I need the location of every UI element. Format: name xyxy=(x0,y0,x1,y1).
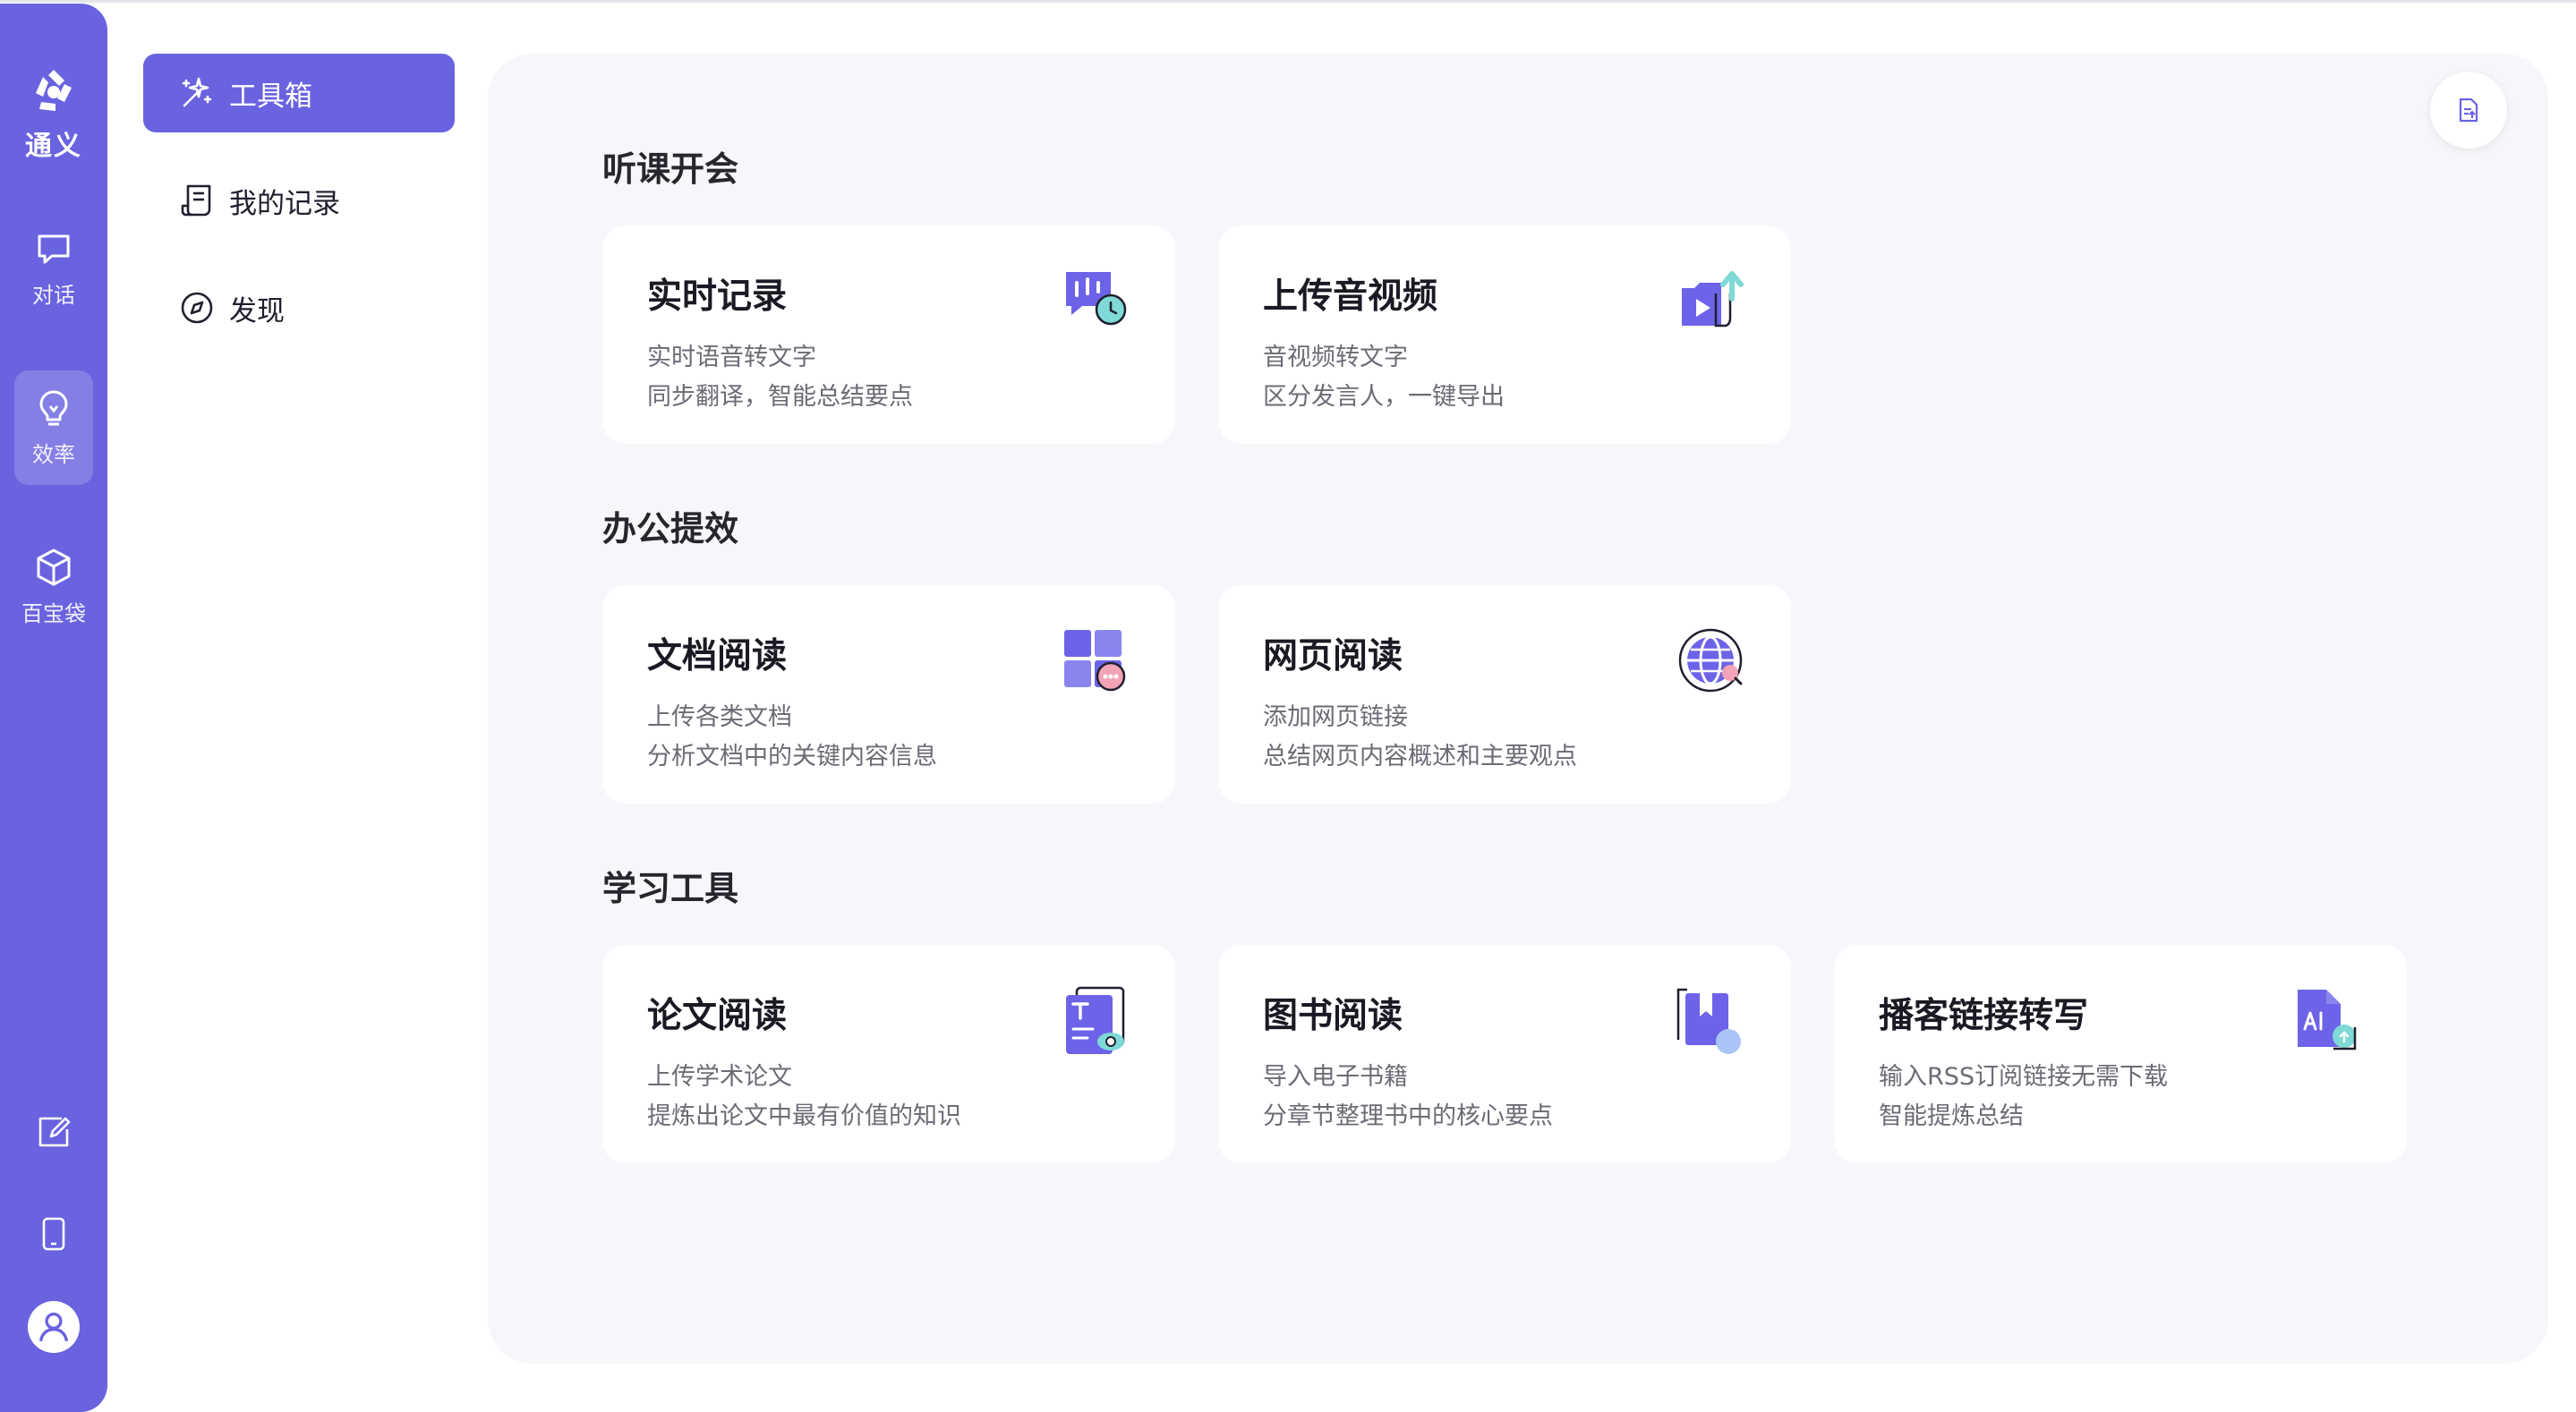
compass-icon xyxy=(181,292,213,324)
upload-video-icon xyxy=(1682,271,1744,327)
subnav-item-label: 发现 xyxy=(229,294,285,327)
user-avatar-icon xyxy=(28,1301,80,1353)
card-desc: 上传各类文档 分析文档中的关键内容信息 xyxy=(647,703,937,770)
rail-mobile-button[interactable] xyxy=(0,1215,107,1256)
chat-bubble-icon xyxy=(38,234,70,264)
card-desc: 上传学术论文 提炼出论文中最有价值的知识 xyxy=(647,1063,961,1130)
card-title: 图书阅读 xyxy=(1263,996,1403,1036)
rail-item-efficiency[interactable]: 效率 xyxy=(14,370,93,485)
tool-card-realtime-record[interactable]: 实时记录 实时语音转文字 同步翻译，智能总结要点 xyxy=(602,225,1175,444)
document-read-icon xyxy=(1064,630,1126,692)
realtime-record-icon xyxy=(1066,272,1127,326)
left-rail: 通义 对话 效率 百宝袋 xyxy=(0,4,107,1412)
rail-user-button[interactable] xyxy=(0,1301,107,1353)
tongyi-logo-icon xyxy=(36,70,72,111)
card-title: 实时记录 xyxy=(647,276,788,317)
section-title-study: 学习工具 xyxy=(602,869,739,908)
tool-card-podcast-transcribe[interactable]: 播客链接转写 输入RSS订阅链接无需下载 智能提炼总结 xyxy=(1834,945,2407,1163)
card-title: 文档阅读 xyxy=(647,636,788,676)
subnav-item-label: 工具箱 xyxy=(229,80,312,113)
subnav-item-toolbox[interactable]: 工具箱 xyxy=(143,54,455,132)
rail-item-toolbag[interactable]: 百宝袋 xyxy=(14,530,93,644)
card-desc: 输入RSS订阅链接无需下载 智能提炼总结 xyxy=(1879,1063,2169,1130)
rail-item-label: 百宝袋 xyxy=(21,601,86,626)
card-title: 上传音视频 xyxy=(1263,276,1438,317)
card-title: 播客链接转写 xyxy=(1879,996,2089,1036)
rail-edit-button[interactable] xyxy=(0,1113,107,1154)
tool-card-document-read[interactable]: 文档阅读 上传各类文档 分析文档中的关键内容信息 xyxy=(602,585,1175,804)
rail-item-label: 对话 xyxy=(32,283,75,308)
paper-read-icon xyxy=(1066,986,1125,1054)
export-button[interactable] xyxy=(2430,72,2507,149)
lightbulb-icon xyxy=(39,390,68,426)
tool-card-paper-read[interactable]: 论文阅读 上传学术论文 提炼出论文中最有价值的知识 xyxy=(602,945,1175,1163)
rail-item-chat[interactable]: 对话 xyxy=(14,211,93,326)
rail-item-label: 效率 xyxy=(32,442,75,467)
brand-name: 通义 xyxy=(25,131,82,162)
tool-card-book-read[interactable]: 图书阅读 导入电子书籍 分章节整理书中的核心要点 xyxy=(1218,945,1791,1163)
podcast-transcribe-icon xyxy=(2298,990,2357,1050)
book-read-icon xyxy=(1676,988,1741,1054)
document-export-icon xyxy=(2459,98,2478,123)
mobile-icon xyxy=(42,1217,65,1251)
subnav-item-discover[interactable]: 发现 xyxy=(143,268,455,347)
magic-wand-icon xyxy=(182,77,212,107)
tool-card-upload-media[interactable]: 上传音视频 音视频转文字 区分发言人，一键导出 xyxy=(1218,225,1791,444)
tool-card-web-read[interactable]: 网页阅读 添加网页链接 总结网页内容概述和主要观点 xyxy=(1218,585,1791,804)
main-panel: 听课开会 实时记录 实时语音转文字 同步翻译，智能总结要点 上传音视频 音视频转… xyxy=(488,54,2548,1364)
web-read-icon xyxy=(1678,628,1743,693)
card-desc: 实时语音转文字 同步翻译，智能总结要点 xyxy=(647,344,913,411)
card-desc: 音视频转文字 区分发言人，一键导出 xyxy=(1263,344,1505,411)
section-title-office: 办公提效 xyxy=(602,509,739,549)
card-desc: 导入电子书籍 分章节整理书中的核心要点 xyxy=(1263,1063,1553,1130)
secondary-nav: 工具箱 我的记录 发现 xyxy=(143,54,455,376)
cube-icon xyxy=(37,549,71,586)
card-title: 论文阅读 xyxy=(647,996,788,1036)
window-top-border xyxy=(0,0,2576,3)
brand-logo[interactable]: 通义 xyxy=(0,66,107,163)
card-desc: 添加网页链接 总结网页内容概述和主要观点 xyxy=(1263,703,1577,770)
subnav-item-label: 我的记录 xyxy=(229,187,340,220)
section-title-meeting: 听课开会 xyxy=(602,149,739,189)
record-list-icon xyxy=(181,184,211,217)
edit-icon xyxy=(38,1117,71,1147)
card-title: 网页阅读 xyxy=(1263,636,1403,676)
subnav-item-records[interactable]: 我的记录 xyxy=(143,161,455,240)
